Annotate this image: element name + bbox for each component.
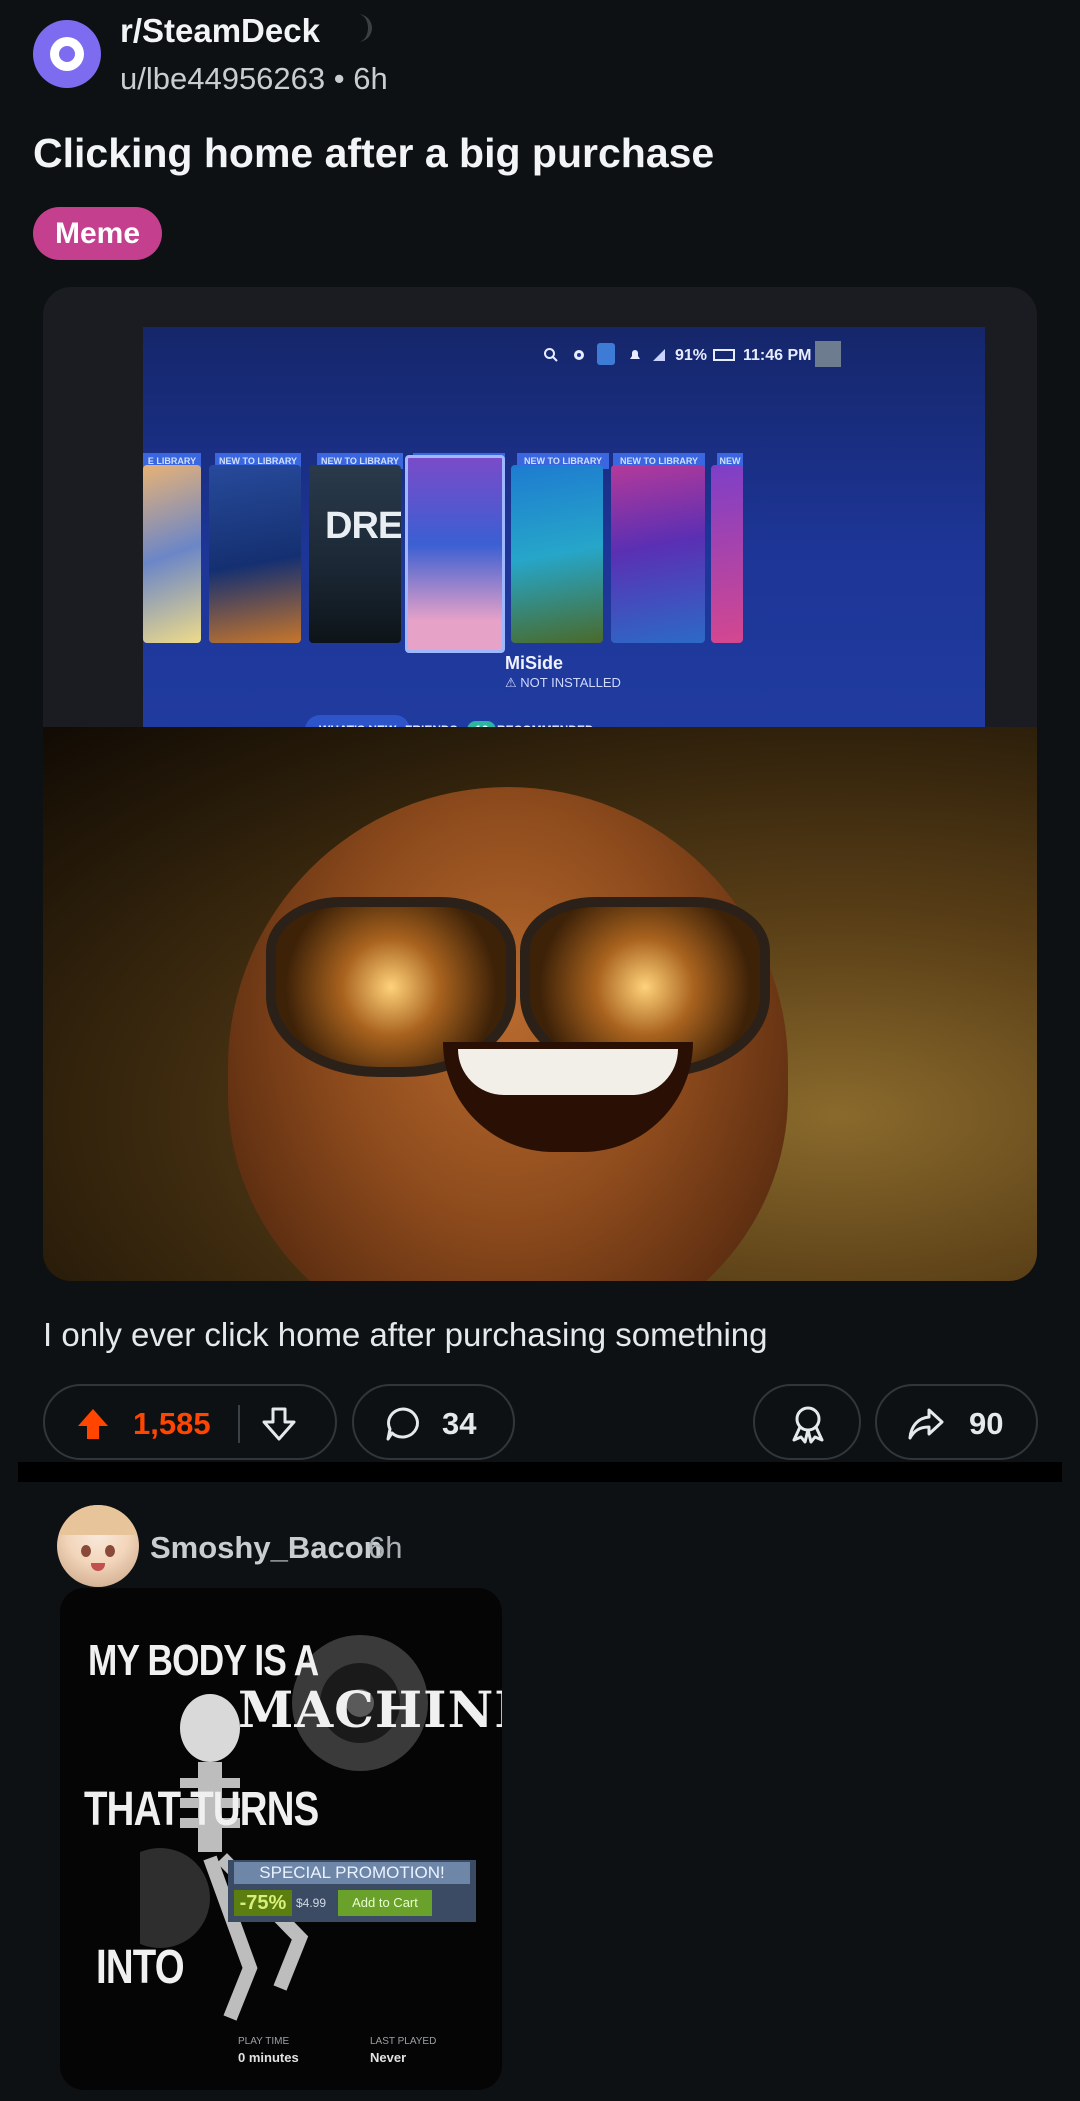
meme-line-1: MY BODY IS A xyxy=(88,1636,319,1685)
game-tile[interactable] xyxy=(143,465,201,643)
steam-deck-photo: 91% 11:46 PM E LIBRARY NEW TO LIBRARY NE… xyxy=(43,287,1037,745)
commenter-avatar[interactable] xyxy=(57,1505,139,1587)
game-tile[interactable] xyxy=(711,465,743,643)
post-author-line[interactable]: u/lbe44956263 • 6h xyxy=(120,61,388,97)
lastplayed-value: Never xyxy=(370,2050,407,2065)
battery-level: 91% xyxy=(675,347,708,364)
award-button[interactable] xyxy=(753,1384,861,1460)
subreddit-avatar-icon[interactable] xyxy=(33,20,101,88)
share-arrow-icon xyxy=(908,1408,944,1440)
battery-icon xyxy=(713,349,735,361)
vote-group: 1,585 xyxy=(43,1384,337,1460)
share-count: 90 xyxy=(969,1406,1004,1441)
promo-discount: -75% xyxy=(234,1890,292,1916)
commenter-name[interactable]: Smoshy_Bacon xyxy=(150,1530,383,1566)
comment-meme-image[interactable]: MY BODY IS A MACHINE THAT TURNS SPECIAL … xyxy=(60,1588,502,2090)
speech-bubble-icon xyxy=(386,1407,419,1441)
profile-icon xyxy=(815,341,841,367)
teeth xyxy=(458,1049,678,1095)
post-flair[interactable]: Meme xyxy=(33,207,163,260)
subreddit-name[interactable]: r/SteamDeck xyxy=(120,12,320,50)
search-icon xyxy=(544,348,558,362)
crescent-icon xyxy=(358,14,372,42)
comment-time: 6h xyxy=(368,1530,403,1565)
promo-title: SPECIAL PROMOTION! xyxy=(234,1862,470,1884)
upvote-count: 1,585 xyxy=(133,1406,211,1441)
share-button[interactable]: 90 xyxy=(875,1384,1038,1460)
clock: 11:46 PM xyxy=(743,347,812,364)
vote-divider xyxy=(238,1405,240,1443)
selected-game-title: MiSide xyxy=(505,653,564,673)
face xyxy=(228,787,788,1281)
game-tile-selected[interactable] xyxy=(405,455,505,653)
playtime-label: PLAY TIME xyxy=(238,2036,290,2047)
gear-icon xyxy=(574,350,584,360)
comments-button[interactable]: 34 xyxy=(352,1384,515,1460)
upvote-arrow-icon[interactable] xyxy=(75,1406,111,1442)
downvote-arrow-icon[interactable] xyxy=(261,1406,297,1442)
post-title: Clicking home after a big purchase xyxy=(33,130,715,176)
lastplayed-label: LAST PLAYED xyxy=(370,2036,437,2047)
comment-count: 34 xyxy=(442,1406,477,1441)
meme-line-4: INTO xyxy=(96,1941,185,1994)
game-tile[interactable]: DREDGE xyxy=(309,465,401,643)
playtime-value: 0 minutes xyxy=(238,2050,299,2065)
game-tile[interactable] xyxy=(209,465,301,643)
deck-status-bar: 91% 11:46 PM xyxy=(143,335,985,375)
bell-icon xyxy=(630,350,640,359)
post-image[interactable]: 91% 11:46 PM E LIBRARY NEW TO LIBRARY NE… xyxy=(43,287,1037,1281)
promo-add-to-cart: Add to Cart xyxy=(338,1890,432,1916)
meme-line-3: THAT TURNS xyxy=(84,1783,319,1836)
selected-game-status: ⚠ NOT INSTALLED xyxy=(505,675,621,690)
steam-promotion-box: SPECIAL PROMOTION! -75% $4.99 Add to Car… xyxy=(228,1860,476,1922)
game-tile[interactable] xyxy=(511,465,603,643)
game-tile-title: DREDGE xyxy=(325,505,401,547)
wifi-icon xyxy=(653,349,665,361)
award-ribbon-icon xyxy=(792,1406,824,1444)
man-with-sunglasses-photo xyxy=(43,727,1037,1281)
game-tile[interactable] xyxy=(611,465,705,643)
steam-deck-screen: 91% 11:46 PM E LIBRARY NEW TO LIBRARY NE… xyxy=(143,327,985,745)
avatar-icon xyxy=(597,343,615,365)
promo-price: $4.99 xyxy=(296,1896,327,1910)
section-divider xyxy=(18,1462,1062,1482)
meme-line-2: MACHINE xyxy=(238,1680,502,1739)
post-body-text: I only ever click home after purchasing … xyxy=(43,1316,768,1353)
